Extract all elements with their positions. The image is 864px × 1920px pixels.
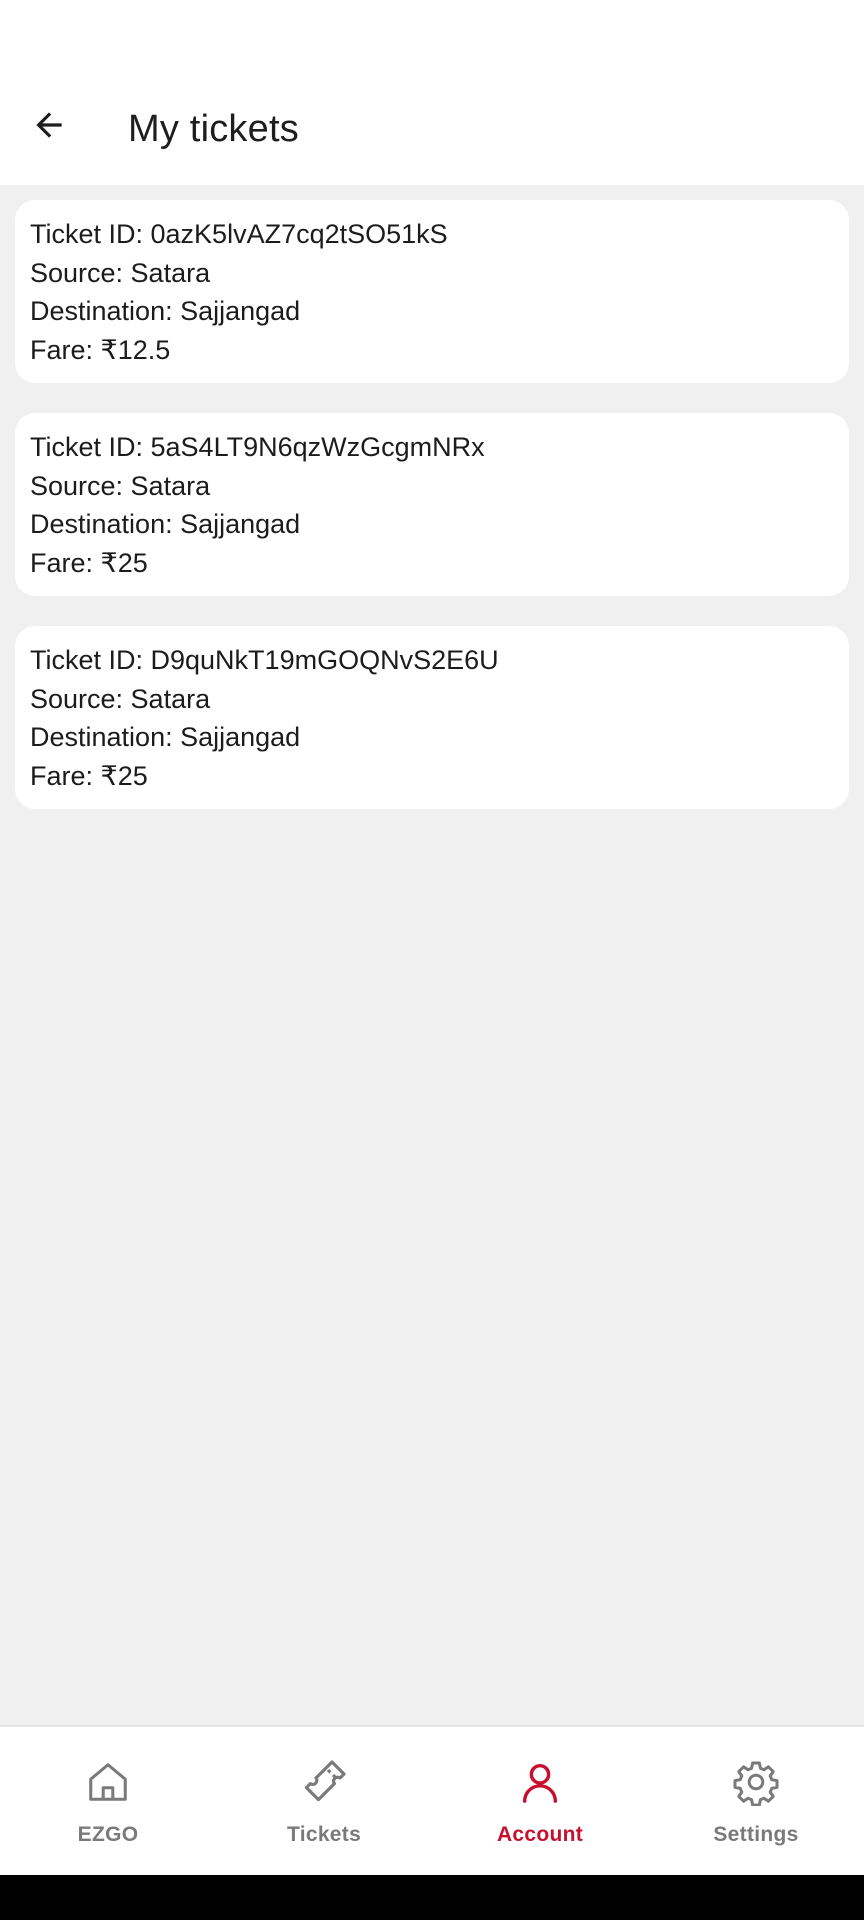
- person-icon: [515, 1757, 565, 1807]
- back-button[interactable]: [22, 98, 76, 152]
- ticket-destination: Destination: Sajjangad: [30, 509, 301, 539]
- ticket-fare: Fare: ₹25: [30, 760, 148, 791]
- ticket-destination: Destination: Sajjangad: [30, 296, 301, 326]
- nav-item-account[interactable]: Account: [432, 1727, 648, 1875]
- nav-label: Tickets: [286, 1823, 362, 1846]
- ticket-list: Ticket ID: 0azK5lvAZ7cq2tSO51kS Source: …: [15, 200, 849, 839]
- nav-label: Account: [496, 1823, 584, 1846]
- ticket-fare: Fare: ₹12.5: [30, 334, 171, 365]
- ticket-id: Ticket ID: 5aS4LT9N6qzWzGcgmNRx: [30, 432, 485, 462]
- app-bar: My tickets: [0, 76, 864, 185]
- ticket-source: Source: Satara: [30, 683, 211, 714]
- ticket-card[interactable]: Ticket ID: D9quNkT19mGOQNvS2E6U Source: …: [15, 626, 849, 809]
- ticket-destination: Destination: Sajjangad: [30, 722, 301, 752]
- gear-icon: [731, 1757, 781, 1807]
- system-navigation-bar: [0, 1875, 864, 1920]
- ticket-id: Ticket ID: D9quNkT19mGOQNvS2E6U: [30, 645, 499, 675]
- nav-item-settings[interactable]: Settings: [648, 1727, 864, 1875]
- ticket-icon: [299, 1757, 349, 1807]
- page-title: My tickets: [128, 108, 299, 150]
- status-bar: [0, 0, 864, 76]
- screen: My tickets Ticket ID: 0azK5lvAZ7cq2tSO51…: [0, 0, 864, 1920]
- nav-label: EZGO: [77, 1823, 139, 1846]
- nav-label: Settings: [713, 1823, 799, 1846]
- ticket-id: Ticket ID: 0azK5lvAZ7cq2tSO51kS: [30, 219, 448, 249]
- ticket-card[interactable]: Ticket ID: 5aS4LT9N6qzWzGcgmNRx Source: …: [15, 413, 849, 596]
- ticket-source: Source: Satara: [30, 470, 211, 501]
- arrow-left-icon: [36, 112, 62, 138]
- home-icon: [83, 1757, 133, 1807]
- ticket-source: Source: Satara: [30, 257, 211, 288]
- nav-item-ezgo[interactable]: EZGO: [0, 1727, 216, 1875]
- bottom-nav: EZGO Tickets Account Settings: [0, 1725, 864, 1875]
- nav-item-tickets[interactable]: Tickets: [216, 1727, 432, 1875]
- ticket-card[interactable]: Ticket ID: 0azK5lvAZ7cq2tSO51kS Source: …: [15, 200, 849, 383]
- ticket-fare: Fare: ₹25: [30, 547, 148, 578]
